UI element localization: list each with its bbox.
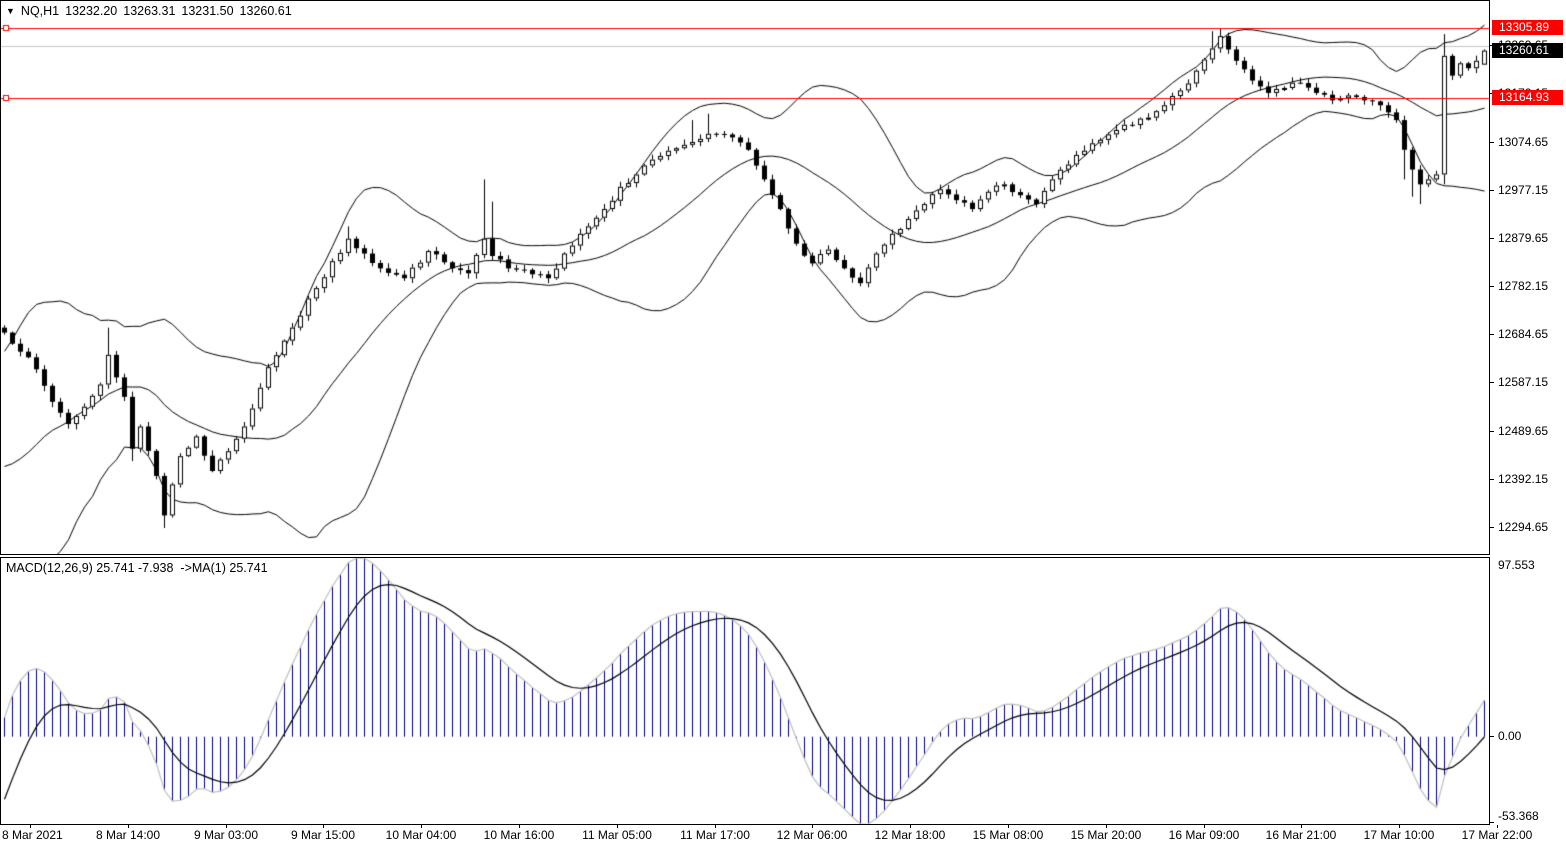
price-axis-tick bbox=[1490, 382, 1494, 383]
price-axis-tick-label: 12879.65 bbox=[1498, 231, 1548, 245]
price-axis-tick-label: 12489.65 bbox=[1498, 424, 1548, 438]
time-axis-label: 9 Mar 15:00 bbox=[291, 828, 355, 842]
time-scale-axis[interactable]: 8 Mar 2021 8 Mar 14:00 9 Mar 03:00 9 Mar 15… bbox=[0, 825, 1566, 850]
price-axis-tick bbox=[1490, 190, 1494, 191]
macd-axis-min-label: -53.368 bbox=[1498, 809, 1539, 823]
price-axis-tick-label: 13074.65 bbox=[1498, 135, 1548, 149]
price-axis-tick-label: 12587.15 bbox=[1498, 375, 1548, 389]
price-chart-panel[interactable]: ▼ NQ,H1 13232.20 13263.31 13231.50 13260.61 bbox=[0, 0, 1490, 555]
time-axis-label: 11 Mar 05:00 bbox=[582, 828, 652, 842]
price-axis-tick bbox=[1490, 479, 1494, 480]
price-axis-tick bbox=[1490, 431, 1494, 432]
mt4-chart-window: ▼ NQ,H1 13232.20 13263.31 13231.50 13260.61 1… bbox=[0, 0, 1566, 850]
time-axis-label: 8 Mar 2021 bbox=[2, 828, 63, 842]
price-scale-axis[interactable]: 13269.6513172.1513074.6512977.1512879.65… bbox=[1490, 0, 1566, 556]
ohlc-high-value: 13263.31 bbox=[123, 4, 175, 18]
time-axis-label: 17 Mar 10:00 bbox=[1364, 828, 1435, 842]
current-price-tag[interactable]: 13260.61 bbox=[1492, 43, 1563, 58]
time-axis-label: 10 Mar 04:00 bbox=[386, 828, 457, 842]
time-axis-label: 10 Mar 16:00 bbox=[484, 828, 555, 842]
price-chart-canvas[interactable] bbox=[1, 1, 1489, 554]
price-axis-tick-label: 12392.15 bbox=[1498, 472, 1548, 486]
time-axis-label: 9 Mar 03:00 bbox=[194, 828, 258, 842]
ohlc-close-value: 13260.61 bbox=[240, 4, 292, 18]
ohlc-low-value: 13231.50 bbox=[181, 4, 233, 18]
time-axis-label: 8 Mar 14:00 bbox=[96, 828, 160, 842]
price-axis-tick-label: 12782.15 bbox=[1498, 279, 1548, 293]
price-axis-tick bbox=[1490, 334, 1494, 335]
symbol-period-label: NQ,H1 bbox=[21, 4, 59, 18]
macd-axis-zero-label: 0.00 bbox=[1498, 729, 1521, 743]
macd-canvas[interactable] bbox=[1, 558, 1489, 824]
macd-panel[interactable]: MACD(12,26,9) 25.741 -7.938 ->MA(1) 25.7… bbox=[0, 557, 1490, 825]
time-axis-label: 12 Mar 18:00 bbox=[875, 828, 946, 842]
macd-axis-tick bbox=[1490, 822, 1494, 823]
macd-scale-axis[interactable]: 97.553 0.00 -53.368 bbox=[1490, 557, 1566, 825]
time-axis-label: 16 Mar 21:00 bbox=[1266, 828, 1337, 842]
price-axis-tick-label: 12977.15 bbox=[1498, 183, 1548, 197]
hline-lower-price-tag[interactable]: 13164.93 bbox=[1492, 90, 1563, 105]
price-axis-tick bbox=[1490, 286, 1494, 287]
macd-axis-max-label: 97.553 bbox=[1498, 558, 1535, 572]
price-axis-tick bbox=[1490, 142, 1494, 143]
price-axis-tick bbox=[1490, 238, 1494, 239]
time-axis-label: 15 Mar 20:00 bbox=[1071, 828, 1142, 842]
macd-axis-tick bbox=[1490, 736, 1494, 737]
time-axis-label: 15 Mar 08:00 bbox=[973, 828, 1044, 842]
time-axis-label: 11 Mar 17:00 bbox=[680, 828, 750, 842]
symbol-dropdown-icon[interactable]: ▼ bbox=[6, 6, 15, 16]
chart-ohlc-header: ▼ NQ,H1 13232.20 13263.31 13231.50 13260.61 bbox=[6, 4, 298, 32]
time-axis-label: 16 Mar 09:00 bbox=[1169, 828, 1240, 842]
hline-upper-price-tag[interactable]: 13305.89 bbox=[1492, 20, 1563, 35]
price-axis-tick-label: 12294.65 bbox=[1498, 520, 1548, 534]
time-axis-label: 17 Mar 22:00 bbox=[1462, 828, 1533, 842]
ohlc-open-value: 13232.20 bbox=[65, 4, 117, 18]
price-axis-tick bbox=[1490, 527, 1494, 528]
macd-indicator-label: MACD(12,26,9) 25.741 -7.938 ->MA(1) 25.7… bbox=[6, 561, 268, 575]
price-axis-tick-label: 12684.65 bbox=[1498, 327, 1548, 341]
time-axis-label: 12 Mar 06:00 bbox=[777, 828, 848, 842]
